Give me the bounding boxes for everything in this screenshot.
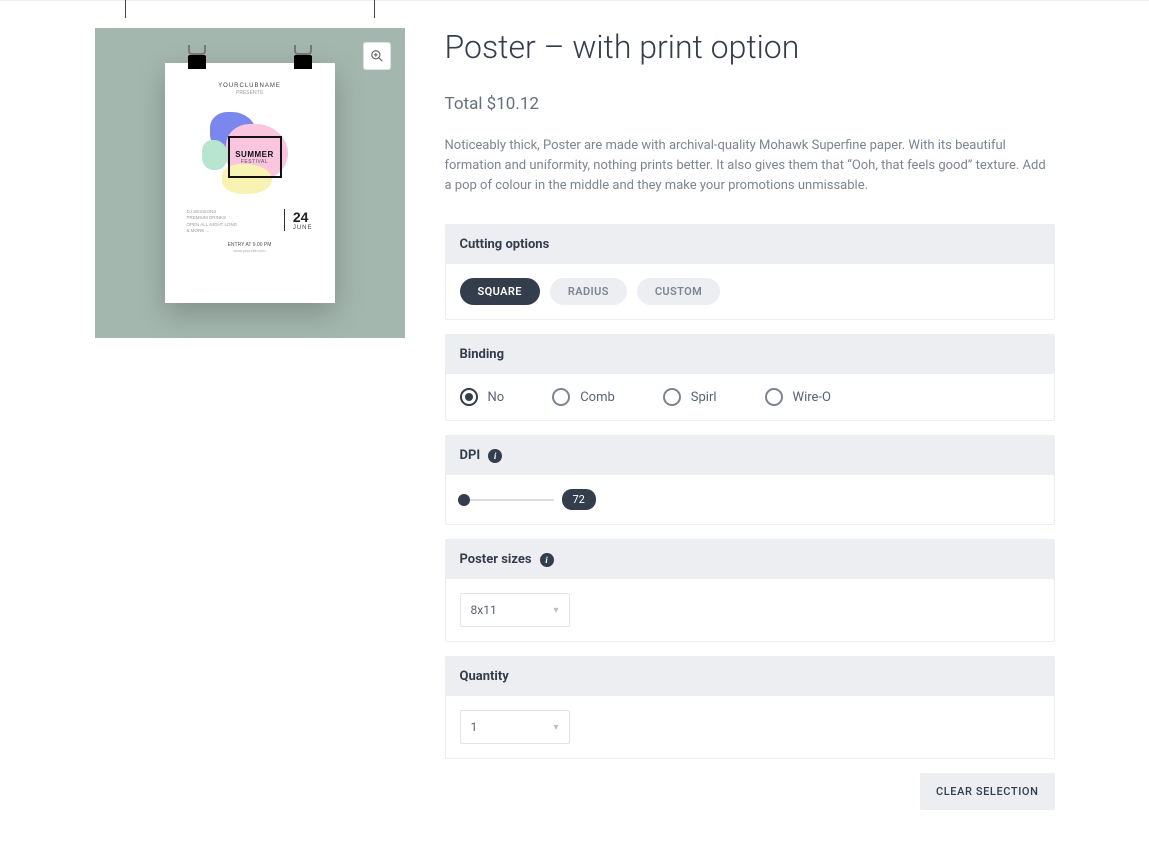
poster-date-month: JUNE — [293, 225, 313, 231]
quantity-section: Quantity 1 ▾ — [445, 656, 1055, 759]
dpi-slider-thumb[interactable] — [458, 494, 470, 506]
info-icon[interactable]: i — [540, 553, 554, 567]
sizes-heading: Poster sizes — [460, 552, 532, 567]
cutting-section: Cutting options SQUARE RADIUS CUSTOM — [445, 224, 1055, 320]
product-image: YOURCLUBNAME PRESENTS SUMMER FESTIVAL DJ… — [95, 28, 405, 338]
poster-preview: YOURCLUBNAME PRESENTS SUMMER FESTIVAL DJ… — [165, 63, 335, 303]
cutting-option-radius[interactable]: RADIUS — [550, 278, 627, 305]
quantity-heading: Quantity — [446, 657, 1054, 696]
binding-radio-wireo[interactable]: Wire-O — [765, 388, 831, 406]
poster-presents: PRESENTS — [183, 90, 317, 96]
poster-clubname: YOURCLUBNAME — [183, 83, 317, 89]
binding-label-spirl: Spirl — [691, 390, 717, 405]
product-description: Noticeably thick, Poster are made with a… — [445, 136, 1055, 196]
quantity-select[interactable]: 1 ▾ — [460, 710, 570, 744]
binding-label-no: No — [488, 390, 505, 405]
size-select[interactable]: 8x11 ▾ — [460, 593, 570, 627]
cutting-option-custom[interactable]: CUSTOM — [637, 278, 720, 305]
magnifier-plus-icon — [370, 49, 384, 63]
binding-radio-no[interactable]: No — [460, 388, 505, 406]
sizes-section: Poster sizes i 8x11 ▾ — [445, 539, 1055, 642]
binding-section: Binding No Comb Spirl — [445, 334, 1055, 421]
binding-label-wireo: Wire-O — [793, 390, 831, 405]
dpi-heading: DPI — [460, 448, 481, 463]
chevron-down-icon: ▾ — [553, 722, 558, 733]
cutting-heading: Cutting options — [446, 225, 1054, 264]
page-title: Poster – with print option — [445, 28, 1055, 66]
poster-date-number: 24 — [293, 209, 313, 225]
binding-radio-comb[interactable]: Comb — [552, 388, 615, 406]
poster-art-title: SUMMER — [235, 150, 274, 159]
binding-label-comb: Comb — [580, 390, 615, 405]
cutting-option-square[interactable]: SQUARE — [460, 278, 540, 305]
total-price: Total $10.12 — [445, 94, 1055, 114]
quantity-selected-value: 1 — [471, 720, 478, 734]
size-selected-value: 8x11 — [471, 603, 497, 617]
poster-art-sub: FESTIVAL — [241, 159, 268, 165]
info-icon[interactable]: i — [488, 449, 502, 463]
poster-meta: DJ SESSIONS PREMIUM DRINKS OPEN ALL NIGH… — [187, 209, 238, 234]
dpi-slider[interactable] — [460, 499, 554, 501]
poster-site: www.yoursite.com — [183, 248, 317, 253]
zoom-button[interactable] — [363, 42, 391, 70]
chevron-down-icon: ▾ — [553, 605, 558, 616]
clear-selection-button[interactable]: CLEAR SELECTION — [920, 773, 1055, 810]
binding-radio-spirl[interactable]: Spirl — [663, 388, 717, 406]
binding-heading: Binding — [446, 335, 1054, 374]
dpi-value-badge: 72 — [562, 489, 596, 510]
dpi-section: DPI i 72 — [445, 435, 1055, 525]
